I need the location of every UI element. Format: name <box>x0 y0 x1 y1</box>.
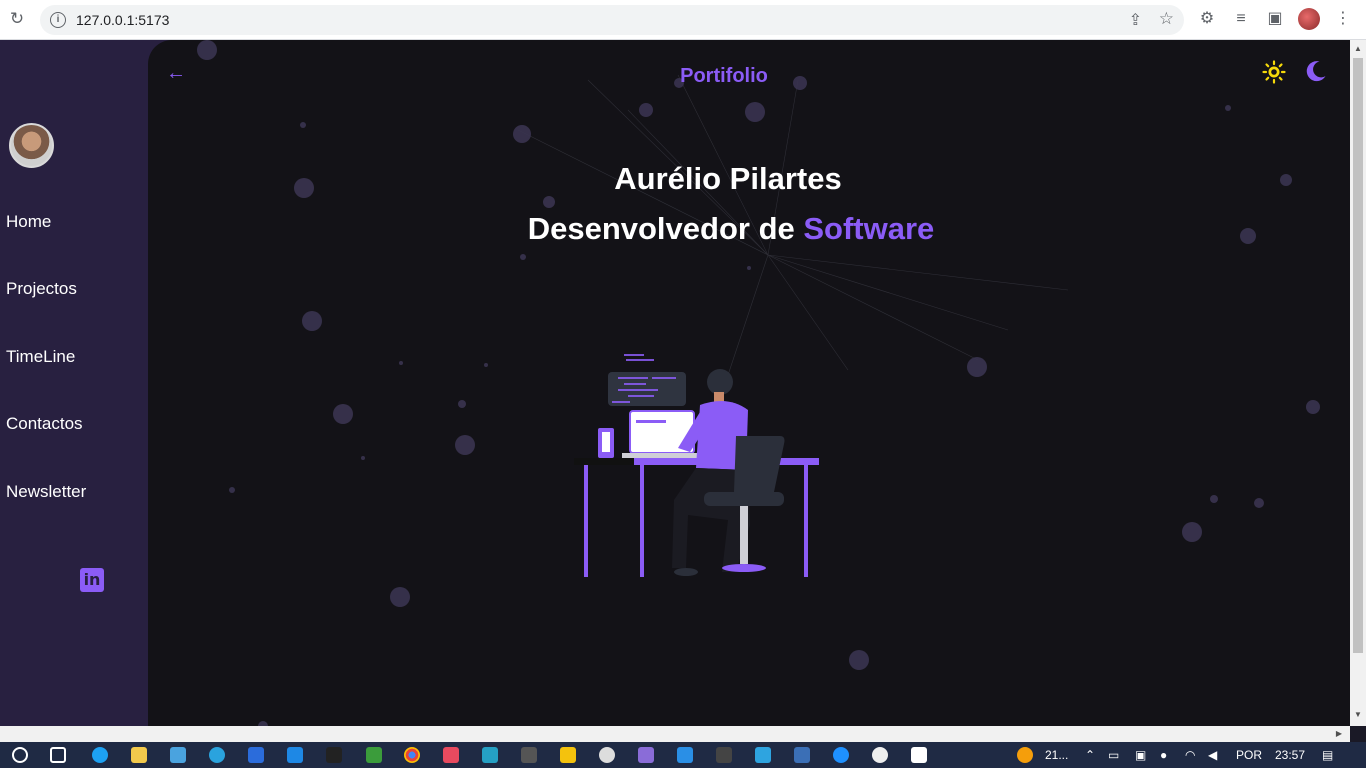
linkedin-icon[interactable]: in <box>80 568 104 592</box>
battery-icon[interactable]: ▭ <box>1108 748 1119 762</box>
camtasia-icon[interactable] <box>366 747 382 763</box>
task-view-icon[interactable] <box>50 747 66 763</box>
hero-role: Desenvolvedor de Software <box>148 211 1314 247</box>
browser-toolbar: ↻ i 127.0.0.1:5173 ⇪ ☆ ⚙ ≡ ▣ ⋮ <box>0 0 1366 40</box>
sidebar-item-home[interactable]: Home <box>6 212 51 232</box>
reload-icon[interactable]: ↻ <box>6 8 28 30</box>
app-icon[interactable] <box>755 747 771 763</box>
bookmark-star-icon[interactable]: ☆ <box>1159 9 1174 29</box>
extensions-icon[interactable]: ⚙ <box>1196 8 1218 30</box>
microphone-icon[interactable]: ● <box>1160 748 1167 762</box>
windows-taskbar: 21... ⌃ ▭ ▣ ● ◠ ◀ POR 23:57 ▤ <box>0 742 1366 768</box>
weather-icon[interactable] <box>1017 747 1033 763</box>
sidebar-item-newsletter[interactable]: Newsletter <box>6 482 86 502</box>
store-icon[interactable] <box>170 747 186 763</box>
app-icon[interactable] <box>599 747 615 763</box>
address-bar[interactable]: i 127.0.0.1:5173 ⇪ ☆ <box>40 5 1184 35</box>
app-icon[interactable] <box>872 747 888 763</box>
share-icon[interactable]: ⇪ <box>1129 10 1142 30</box>
css-icon[interactable] <box>248 747 264 763</box>
browser-profile-avatar[interactable] <box>1298 8 1320 30</box>
vscode-icon[interactable] <box>677 747 693 763</box>
edge-icon[interactable] <box>92 747 108 763</box>
wifi-icon[interactable]: ◠ <box>1185 748 1195 762</box>
sidebar-item-timeline[interactable]: TimeLine <box>6 347 75 367</box>
tray-chevron-icon[interactable]: ⌃ <box>1085 748 1095 762</box>
app-icon[interactable] <box>638 747 654 763</box>
main-content: ← Portifolio Aurélio Pilartes Desenvolve… <box>148 40 1350 726</box>
scroll-up-icon[interactable]: ▲ <box>1354 44 1362 53</box>
hero-role-accent: Software <box>803 211 935 246</box>
volume-icon[interactable]: ◀ <box>1208 748 1217 762</box>
scroll-right-icon[interactable]: ▶ <box>1336 729 1342 738</box>
address-url[interactable]: 127.0.0.1:5173 <box>76 12 169 28</box>
page: Home Projectos TimeLine Contactos Newsle… <box>0 40 1350 726</box>
sidebar: Home Projectos TimeLine Contactos Newsle… <box>0 40 148 726</box>
browser-menu-icon[interactable]: ⋮ <box>1332 8 1354 30</box>
app-icon[interactable] <box>833 747 849 763</box>
notifications-icon[interactable]: ▤ <box>1322 748 1333 762</box>
file-explorer-icon[interactable] <box>131 747 147 763</box>
app-icon[interactable] <box>482 747 498 763</box>
moon-icon[interactable] <box>1304 59 1328 83</box>
site-info-icon[interactable]: i <box>50 12 66 28</box>
scroll-down-icon[interactable]: ▼ <box>1354 710 1362 719</box>
sun-icon[interactable] <box>1262 60 1286 84</box>
app-icon[interactable] <box>443 747 459 763</box>
hero-name: Aurélio Pilartes <box>614 161 842 196</box>
media-control-icon[interactable]: ≡ <box>1230 8 1252 30</box>
weather-text[interactable]: 21... <box>1045 748 1068 762</box>
search-icon[interactable] <box>12 747 28 763</box>
camera-icon[interactable]: ▣ <box>1135 748 1146 762</box>
terminal-icon[interactable] <box>521 747 537 763</box>
media-icon[interactable] <box>560 747 576 763</box>
sidebar-item-projectos[interactable]: Projectos <box>6 279 77 299</box>
xm-icon[interactable] <box>326 747 342 763</box>
sidebar-item-contactos[interactable]: Contactos <box>6 414 83 434</box>
mail-icon[interactable] <box>287 747 303 763</box>
page-title: Portifolio <box>680 65 768 87</box>
app-icon[interactable] <box>911 747 927 763</box>
avatar[interactable] <box>9 123 54 168</box>
telegram-icon[interactable] <box>209 747 225 763</box>
language-indicator[interactable]: POR <box>1236 748 1262 762</box>
keyboard-icon[interactable] <box>716 747 732 763</box>
horizontal-scrollbar[interactable]: ▶ <box>0 726 1350 742</box>
developer-illustration <box>574 354 819 577</box>
vertical-scrollbar[interactable]: ▲ ▼ <box>1350 40 1366 726</box>
chrome-icon[interactable] <box>404 747 420 763</box>
hero-role-prefix: Desenvolvedor de <box>527 211 795 246</box>
app-icon[interactable] <box>794 747 810 763</box>
scroll-thumb[interactable] <box>1353 58 1363 653</box>
side-panel-icon[interactable]: ▣ <box>1264 8 1286 30</box>
clock[interactable]: 23:57 <box>1275 748 1305 762</box>
